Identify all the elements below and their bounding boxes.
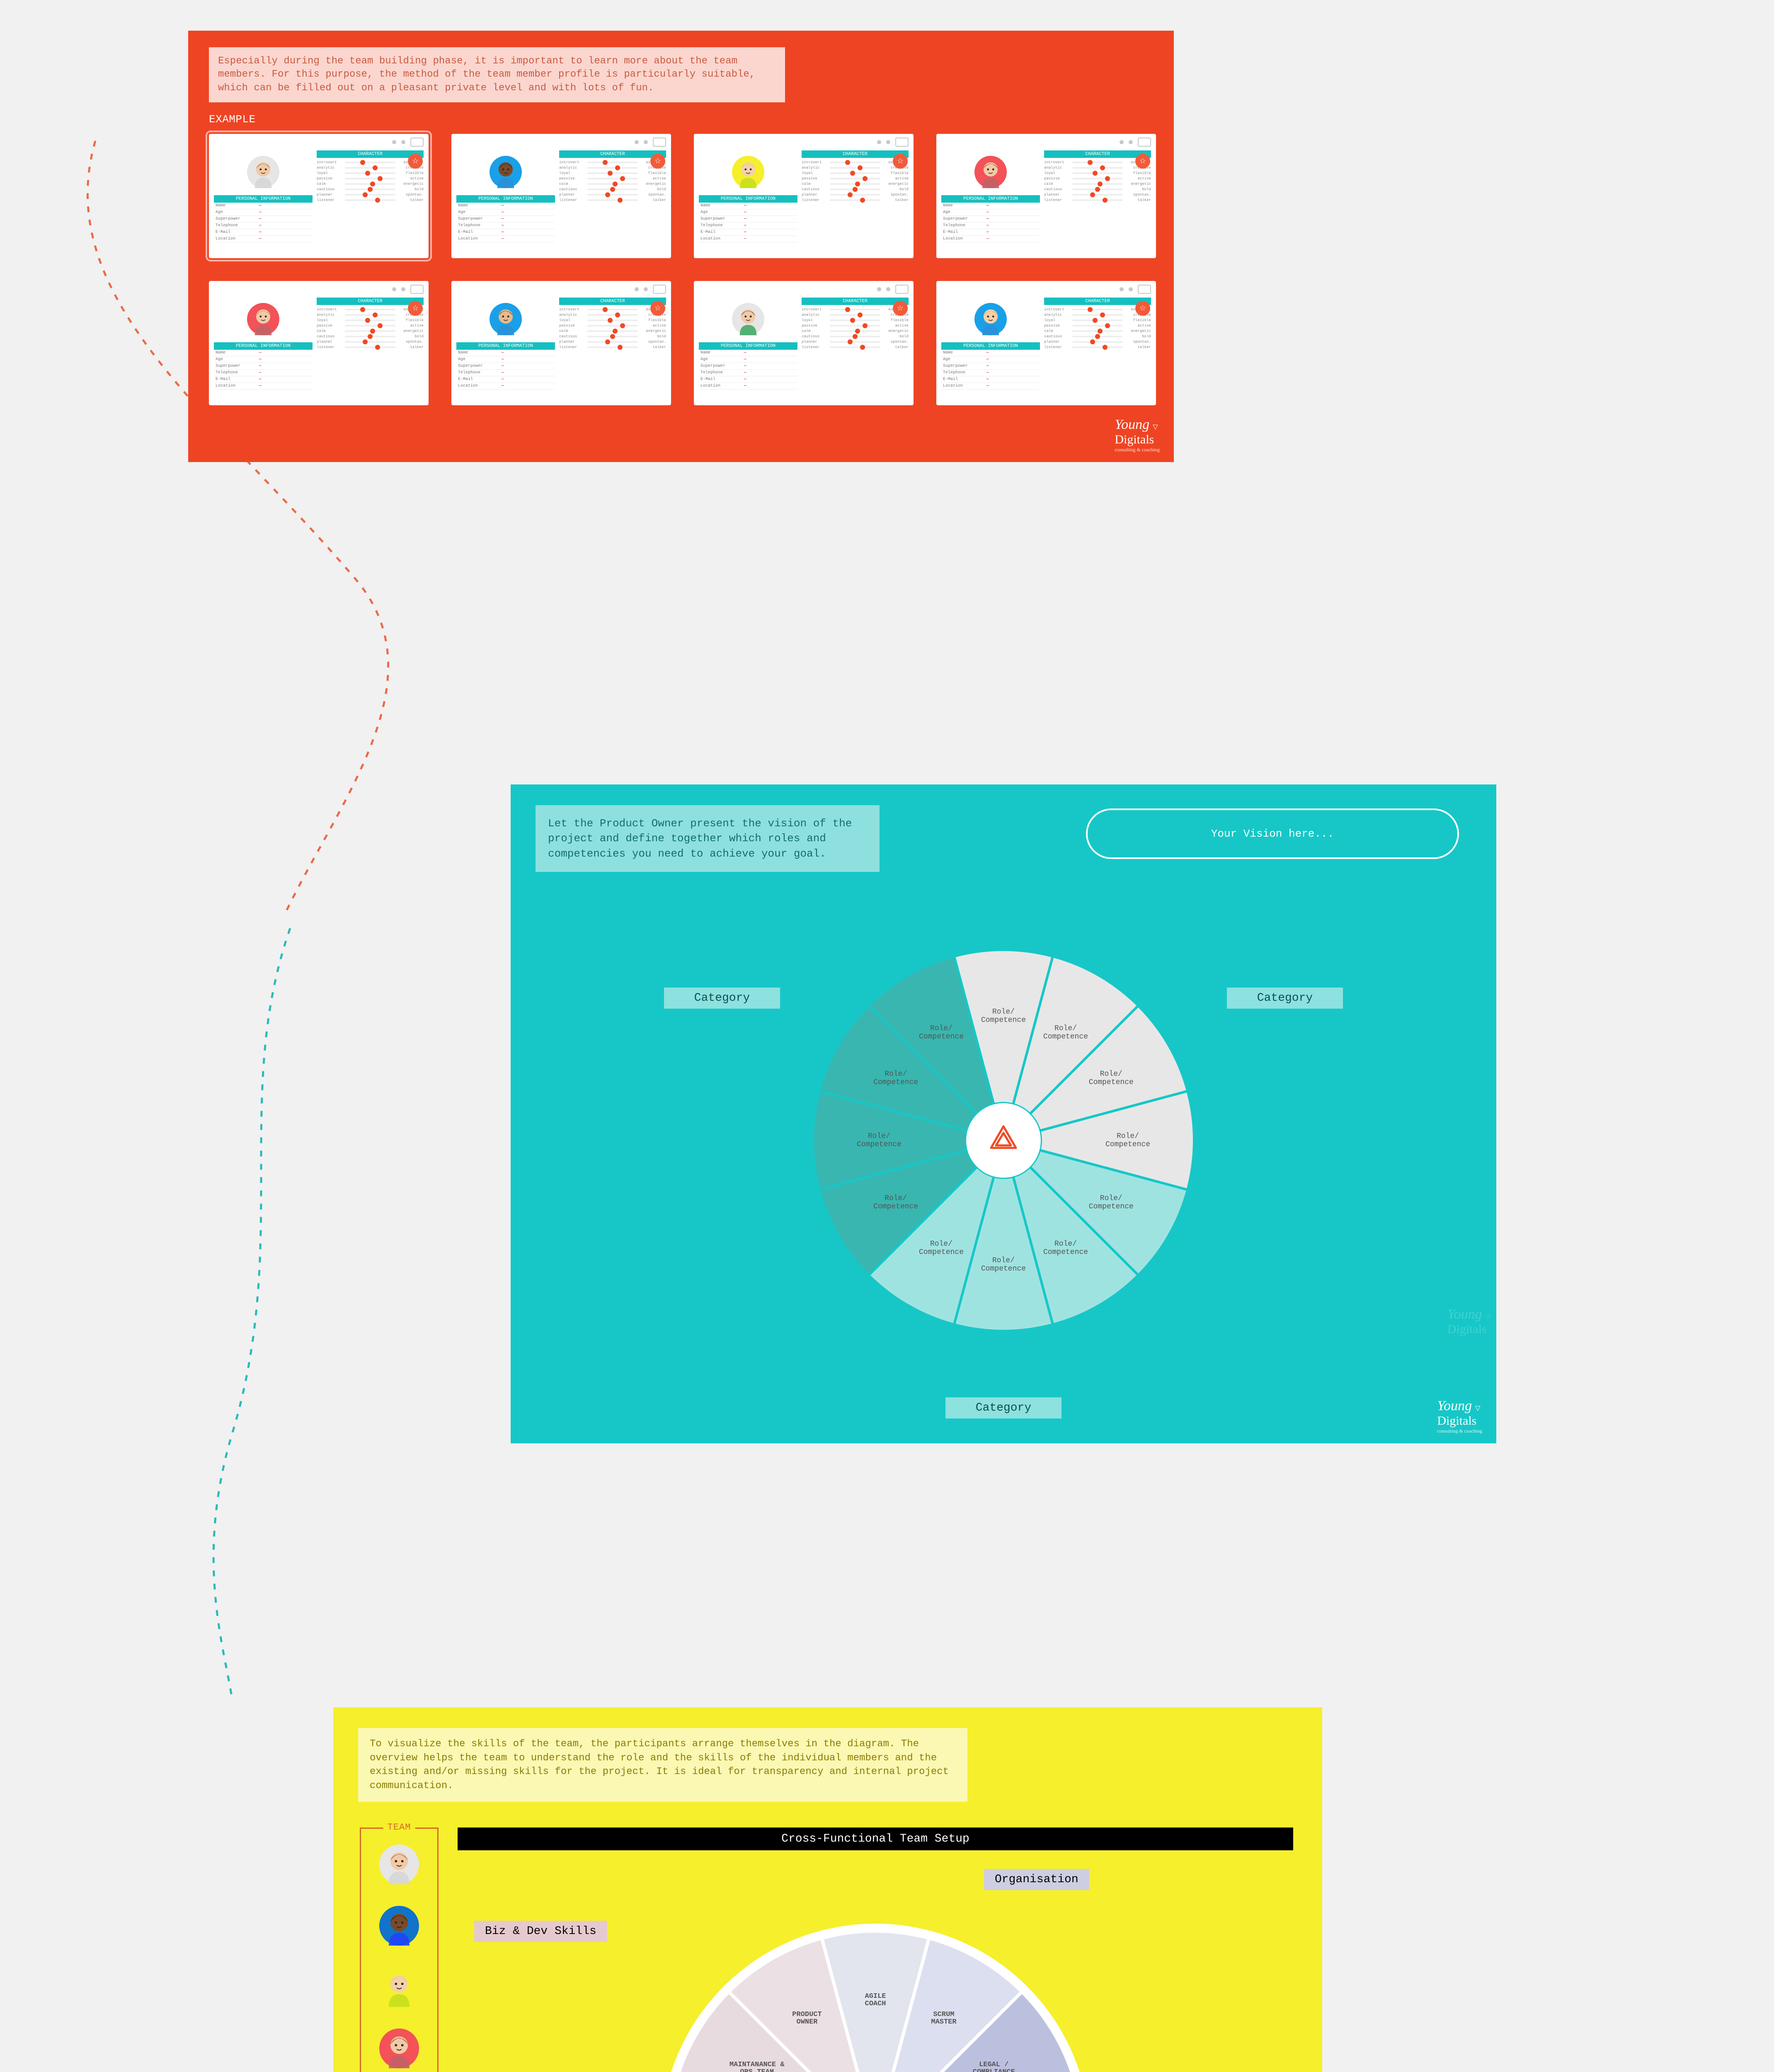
brand-logo-ghost: Young▽ Digitals <box>1447 1307 1490 1336</box>
team-avatar[interactable] <box>374 1962 424 2012</box>
card-cross-functional: To visualize the skills of the team, the… <box>333 1707 1322 2072</box>
profile-card[interactable]: PERSONAL INFORMATIONName—Age—Superpower—… <box>451 281 671 405</box>
svg-text:Competence: Competence <box>981 1016 1026 1024</box>
brand-logo: Young▽ Digitals consulting & coaching <box>1437 1398 1482 1434</box>
roles-wheel[interactable]: Role/CompetenceRole/CompetenceRole/Compe… <box>796 933 1211 1348</box>
example-label: EXAMPLE <box>209 113 1153 126</box>
category-label-left[interactable]: Category <box>664 988 780 1009</box>
svg-text:Competence: Competence <box>1089 1078 1134 1087</box>
team-panel-title: TEAM <box>383 1822 415 1832</box>
badge-icon: ☆ <box>408 154 423 169</box>
svg-text:Competence: Competence <box>919 1033 964 1041</box>
badge-icon: ☆ <box>893 154 908 169</box>
badge-icon: ☆ <box>893 301 908 316</box>
badge-icon: ☆ <box>1135 301 1150 316</box>
card1-note: Especially during the team building phas… <box>209 47 785 102</box>
svg-text:MAINTANANCE &: MAINTANANCE & <box>729 2061 785 2069</box>
svg-text:Competence: Competence <box>873 1203 918 1211</box>
svg-text:Competence: Competence <box>873 1078 918 1087</box>
avatar <box>486 299 526 339</box>
svg-text:Role/: Role/ <box>1054 1024 1077 1033</box>
profile-card[interactable]: PERSONAL INFORMATIONName—Age—Superpower—… <box>936 281 1156 405</box>
team-avatar[interactable] <box>374 1840 424 1889</box>
svg-text:Role/: Role/ <box>1100 1194 1122 1203</box>
svg-text:OPS TEAM: OPS TEAM <box>740 2068 774 2072</box>
avatar <box>243 152 283 192</box>
profile-card[interactable]: PERSONAL INFORMATIONName—Age—Superpower—… <box>694 134 914 258</box>
svg-text:AGILE: AGILE <box>865 1992 886 2000</box>
category-label-right[interactable]: Category <box>1227 988 1343 1009</box>
avatar <box>243 299 283 339</box>
badge-icon: ☆ <box>1135 154 1150 169</box>
svg-text:COACH: COACH <box>865 2000 886 2008</box>
avatar <box>486 152 526 192</box>
badge-icon: ☆ <box>408 301 423 316</box>
team-setup-wheel[interactable]: AGILECOACHSCRUMMASTERLEGAL /COMPLIANCEDO… <box>656 1919 1095 2072</box>
vision-placeholder: Your Vision here... <box>1211 828 1334 840</box>
svg-text:Role/: Role/ <box>930 1024 952 1033</box>
svg-text:LEGAL /: LEGAL / <box>979 2061 1008 2069</box>
svg-text:Competence: Competence <box>1105 1140 1150 1149</box>
category-organisation[interactable]: Organisation <box>984 1869 1089 1890</box>
team-avatar[interactable] <box>374 1901 424 1951</box>
badge-icon: ☆ <box>650 154 665 169</box>
svg-text:Role/: Role/ <box>1100 1070 1122 1078</box>
svg-text:Role/: Role/ <box>992 1008 1015 1016</box>
profile-card[interactable]: PERSONAL INFORMATIONName—Age—Superpower—… <box>209 281 429 405</box>
profile-card-grid: PERSONAL INFORMATIONName—Age—Superpower—… <box>209 134 1153 405</box>
svg-text:Competence: Competence <box>857 1140 902 1149</box>
svg-text:COMPLIANCE: COMPLIANCE <box>973 2068 1015 2072</box>
svg-text:Competence: Competence <box>919 1248 964 1256</box>
card-team-profiles: Especially during the team building phas… <box>188 31 1174 462</box>
vision-input[interactable]: Your Vision here... <box>1086 808 1459 859</box>
profile-card[interactable]: PERSONAL INFORMATIONName—Age—Superpower—… <box>694 281 914 405</box>
profile-card[interactable]: PERSONAL INFORMATIONName—Age—Superpower—… <box>936 134 1156 258</box>
svg-text:Role/: Role/ <box>868 1132 890 1140</box>
svg-text:Competence: Competence <box>981 1265 1026 1273</box>
profile-card[interactable]: PERSONAL INFORMATIONName—Age—Superpower—… <box>209 134 429 258</box>
svg-text:Competence: Competence <box>1089 1203 1134 1211</box>
svg-text:Competence: Competence <box>1043 1033 1088 1041</box>
svg-text:Role/: Role/ <box>992 1256 1015 1265</box>
svg-text:Role/: Role/ <box>1117 1132 1139 1140</box>
card2-note: Let the Product Owner present the vision… <box>536 805 880 872</box>
svg-text:OWNER: OWNER <box>796 2018 818 2026</box>
avatar <box>728 299 768 339</box>
svg-text:SCRUM: SCRUM <box>933 2011 954 2019</box>
avatar <box>971 152 1011 192</box>
svg-text:MASTER: MASTER <box>931 2018 957 2026</box>
svg-text:Role/: Role/ <box>885 1070 907 1078</box>
svg-text:PRODUCT: PRODUCT <box>792 2011 822 2019</box>
badge-icon: ☆ <box>650 301 665 316</box>
svg-text:Competence: Competence <box>1043 1248 1088 1256</box>
card3-note: To visualize the skills of the team, the… <box>358 1728 967 1802</box>
svg-text:Role/: Role/ <box>1054 1239 1077 1248</box>
profile-card[interactable]: PERSONAL INFORMATIONName—Age—Superpower—… <box>451 134 671 258</box>
card-roles-wheel: Let the Product Owner present the vision… <box>511 784 1496 1443</box>
svg-text:Role/: Role/ <box>885 1194 907 1203</box>
avatar <box>728 152 768 192</box>
category-label-bottom[interactable]: Category <box>945 1397 1061 1418</box>
avatar <box>971 299 1011 339</box>
title-bar: Cross-Functional Team Setup <box>458 1828 1293 1850</box>
team-panel: TEAM <box>360 1828 439 2072</box>
category-biz-dev[interactable]: Biz & Dev Skills <box>474 1921 607 1942</box>
team-avatar[interactable] <box>374 2024 424 2072</box>
svg-text:Role/: Role/ <box>930 1239 952 1248</box>
brand-logo: Young▽ Digitals consulting & coaching <box>1115 417 1160 453</box>
